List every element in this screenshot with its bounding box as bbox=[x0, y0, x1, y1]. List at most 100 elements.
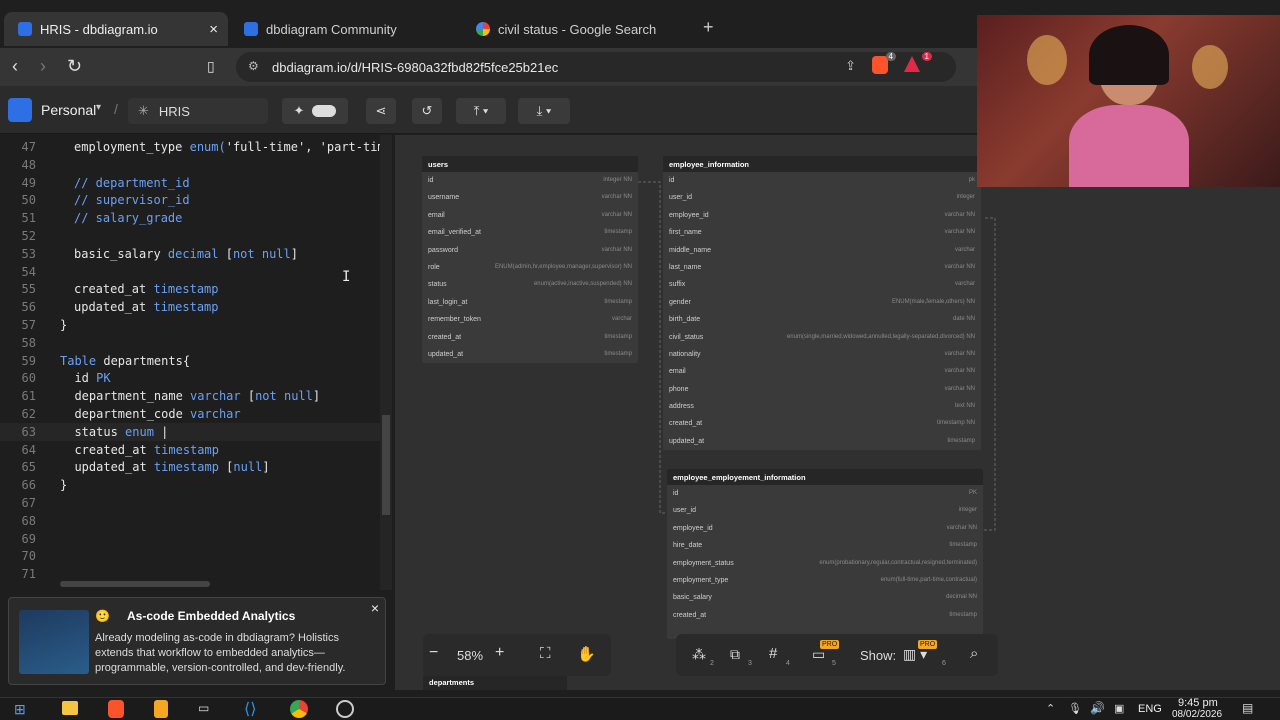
table-employee-employement-information[interactable]: employee_employement_information id PK user… bbox=[667, 469, 983, 639]
table-field-row[interactable]: status enum(active,inactive,suspended) NN bbox=[422, 276, 638, 293]
grid-icon[interactable]: # bbox=[769, 645, 777, 662]
code-line[interactable]: 64 created_at timestamp bbox=[0, 441, 392, 459]
code-line[interactable]: 56 updated_at timestamp bbox=[0, 298, 392, 316]
history-button[interactable]: ↺ bbox=[412, 98, 442, 124]
table-field-row[interactable]: gender ENUM(male,female,others) NN bbox=[663, 294, 981, 311]
brave-icon[interactable] bbox=[108, 700, 124, 718]
new-tab-button[interactable]: + bbox=[703, 17, 714, 38]
scrollbar-thumb[interactable] bbox=[382, 415, 390, 515]
code-line[interactable]: 61 department_name varchar [not null] bbox=[0, 387, 392, 405]
vscode-icon[interactable]: ⟨⟩ bbox=[244, 699, 256, 719]
toggle-switch[interactable] bbox=[312, 105, 337, 117]
table-users[interactable]: users id integer NN username varchar NN email… bbox=[422, 156, 638, 364]
ai-toggle[interactable]: ✦ bbox=[282, 98, 348, 124]
table-field-row[interactable]: updated_at timestamp bbox=[663, 433, 981, 450]
notifications-icon[interactable]: ▤ bbox=[1242, 701, 1253, 715]
bookmark-icon[interactable]: ▯ bbox=[207, 56, 215, 76]
hand-pan-icon[interactable]: ✋ bbox=[577, 645, 596, 663]
table-field-row[interactable]: email varchar NN bbox=[422, 207, 638, 224]
editor-scrollbar[interactable] bbox=[380, 135, 392, 590]
clock-date[interactable]: 08/02/2026 bbox=[1172, 709, 1222, 720]
code-line[interactable]: 47 employment_type enum('full-time', 'par… bbox=[0, 138, 392, 156]
terminal-icon[interactable]: ▭ bbox=[198, 701, 209, 715]
table-field-row[interactable]: updated_at timestamp bbox=[422, 346, 638, 363]
volume-icon[interactable]: 🔊 bbox=[1090, 701, 1105, 715]
zoom-in-button[interactable]: + bbox=[495, 644, 504, 662]
code-line[interactable]: 66} bbox=[0, 476, 392, 494]
site-settings-icon[interactable]: ⚙ bbox=[248, 59, 259, 73]
code-line[interactable]: 53 basic_salary decimal [not null] bbox=[0, 245, 392, 263]
export-button[interactable]: ⤓ ▾ bbox=[518, 98, 570, 124]
table-field-row[interactable]: role ENUM(admin,hr,employee,manager,super… bbox=[422, 259, 638, 276]
workspace-selector[interactable]: Personal bbox=[41, 102, 96, 118]
code-line[interactable]: 55 created_at timestamp bbox=[0, 280, 392, 298]
table-field-row[interactable]: phone varchar NN bbox=[663, 381, 981, 398]
table-departments[interactable]: departments bbox=[423, 675, 567, 690]
code-line[interactable]: 68 bbox=[0, 512, 392, 530]
code-line[interactable]: 63 status enum | bbox=[0, 422, 392, 441]
file-explorer-icon[interactable] bbox=[62, 701, 78, 715]
code-line[interactable]: 50 // supervisor_id bbox=[0, 191, 392, 209]
horizontal-scrollbar-thumb[interactable] bbox=[60, 581, 210, 587]
code-line[interactable]: 57} bbox=[0, 316, 392, 334]
table-field-row[interactable]: civil_status enum(single,married,widowed,… bbox=[663, 329, 981, 346]
code-line[interactable]: 67 bbox=[0, 494, 392, 512]
code-line[interactable]: 58 bbox=[0, 334, 392, 352]
table-field-row[interactable]: created_at timestamp bbox=[422, 329, 638, 346]
connector-icon[interactable]: ⧉ bbox=[730, 646, 740, 663]
table-field-row[interactable]: user_id integer bbox=[667, 502, 983, 519]
code-editor[interactable]: 47 employment_type enum('full-time', 'par… bbox=[0, 135, 395, 590]
windows-start-icon[interactable]: ⊞ bbox=[14, 701, 26, 718]
table-field-row[interactable]: employee_id varchar NN bbox=[663, 207, 981, 224]
code-line[interactable]: 49 // department_id bbox=[0, 174, 392, 192]
forward-icon[interactable]: › bbox=[40, 56, 46, 76]
code-line[interactable]: 54 bbox=[0, 263, 392, 281]
table-field-row[interactable]: address text NN bbox=[663, 398, 981, 415]
table-field-row[interactable]: middle_name varchar bbox=[663, 242, 981, 259]
zoom-level[interactable]: 58% bbox=[457, 648, 483, 663]
code-line[interactable]: 69 bbox=[0, 530, 392, 548]
table-field-row[interactable]: employee_id varchar NN bbox=[667, 520, 983, 537]
table-field-row[interactable]: id pk bbox=[663, 172, 981, 189]
diagram-name-field[interactable]: ✳ HRIS bbox=[128, 98, 268, 124]
back-icon[interactable]: ‹ bbox=[12, 56, 18, 76]
app-icon[interactable] bbox=[154, 700, 168, 718]
close-promo-button[interactable]: × bbox=[371, 600, 379, 616]
url-field[interactable]: ⚙ dbdiagram.io/d/HRIS-6980a32fbd82f5fce2… bbox=[236, 52, 956, 82]
tray-chevron-icon[interactable]: ⌃ bbox=[1046, 702, 1055, 715]
fit-view-icon[interactable]: ⛶ bbox=[540, 645, 551, 662]
code-line[interactable]: 52 bbox=[0, 227, 392, 245]
table-field-row[interactable]: nationality varchar NN bbox=[663, 346, 981, 363]
app-circle-icon[interactable] bbox=[336, 700, 354, 718]
promo-notification[interactable]: 🙂 As-code Embedded Analytics Already mod… bbox=[8, 597, 386, 685]
network-icon[interactable]: ▣ bbox=[1114, 702, 1124, 715]
code-line[interactable]: 65 updated_at timestamp [null] bbox=[0, 458, 392, 476]
import-button[interactable]: ⤒ ▾ bbox=[456, 98, 506, 124]
code-line[interactable]: 48 bbox=[0, 156, 392, 174]
table-field-row[interactable]: id PK bbox=[667, 485, 983, 502]
microphone-icon[interactable]: 🎙 bbox=[1068, 702, 1082, 715]
table-field-row[interactable]: hire_date timestamp bbox=[667, 537, 983, 554]
zoom-out-button[interactable]: − bbox=[429, 644, 438, 662]
rewards-icon[interactable] bbox=[904, 56, 920, 72]
chrome-icon[interactable] bbox=[290, 700, 308, 718]
tab-dbdiagram-community[interactable]: dbdiagram Community bbox=[230, 12, 460, 46]
table-field-row[interactable]: last_login_at timestamp bbox=[422, 294, 638, 311]
close-tab-icon[interactable]: × bbox=[209, 21, 218, 38]
table-field-row[interactable]: basic_salary decimal NN bbox=[667, 589, 983, 606]
table-field-row[interactable]: employment_status enum(probationary,regul… bbox=[667, 555, 983, 572]
table-employee-information[interactable]: employee_information id pk user_id integer em… bbox=[663, 156, 981, 451]
table-field-row[interactable]: email_verified_at timestamp bbox=[422, 224, 638, 241]
code-line[interactable]: 60 id PK bbox=[0, 369, 392, 387]
table-field-row[interactable]: created_at timestamp bbox=[667, 607, 983, 624]
table-field-row[interactable]: password varchar NN bbox=[422, 242, 638, 259]
table-field-row[interactable]: created_at timestamp NN bbox=[663, 415, 981, 432]
reload-icon[interactable]: ↻ bbox=[67, 56, 82, 76]
table-field-row[interactable]: birth_date date NN bbox=[663, 311, 981, 328]
tab-google-search[interactable]: civil status - Google Search bbox=[462, 12, 692, 46]
table-field-row[interactable]: id integer NN bbox=[422, 172, 638, 189]
tab-hris[interactable]: HRIS - dbdiagram.io × bbox=[4, 12, 228, 46]
dbdiagram-logo-icon[interactable] bbox=[8, 98, 32, 122]
table-field-row[interactable]: last_name varchar NN bbox=[663, 259, 981, 276]
search-icon[interactable]: ⌕ bbox=[970, 645, 978, 662]
